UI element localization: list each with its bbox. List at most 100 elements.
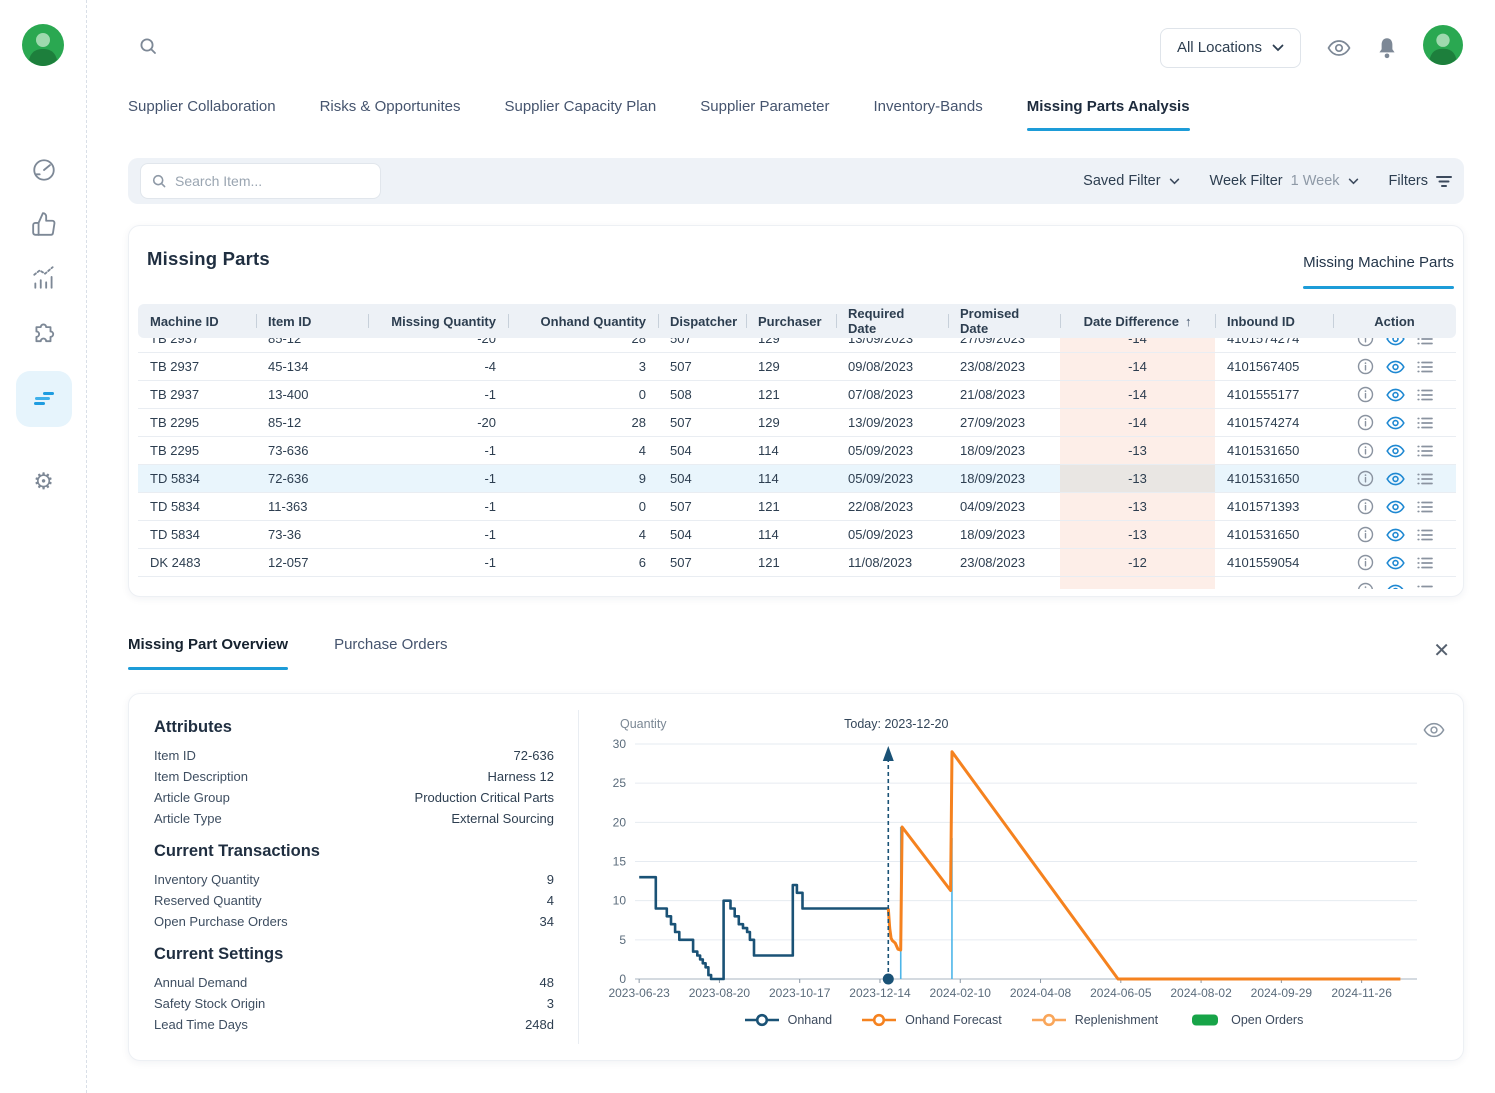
info-icon[interactable] (1357, 386, 1374, 403)
info-icon[interactable] (1357, 414, 1374, 431)
eye-icon[interactable] (1386, 500, 1405, 514)
column-header-action[interactable]: Action (1333, 304, 1456, 338)
tab-inventory-bands[interactable]: Inventory-Bands (873, 98, 982, 131)
attribute-label: Item ID (154, 748, 196, 763)
y-tick-label: 0 (619, 972, 626, 986)
info-icon[interactable] (1357, 554, 1374, 571)
tab-supplier-capacity-plan[interactable]: Supplier Capacity Plan (504, 98, 656, 131)
table-row-partial[interactable] (138, 577, 1456, 589)
attribute-value: External Sourcing (451, 811, 554, 826)
user-avatar[interactable] (22, 24, 64, 71)
sort-ascending-icon[interactable]: ↑ (1185, 314, 1192, 329)
list-icon[interactable] (1417, 556, 1433, 570)
table-row[interactable]: DK 248312-057-1650712111/08/202323/08/20… (138, 549, 1456, 577)
column-header-purchaser[interactable]: Purchaser (746, 304, 836, 338)
close-icon[interactable]: ✕ (1433, 638, 1450, 663)
analytics-chart-icon[interactable] (29, 263, 59, 293)
legend-label: Onhand (788, 1013, 832, 1027)
tab-missing-parts-analysis[interactable]: Missing Parts Analysis (1027, 98, 1190, 131)
info-icon[interactable] (1357, 526, 1374, 543)
info-icon[interactable] (1357, 338, 1374, 347)
table-row[interactable]: TB 229585-12-202850712913/09/202327/09/2… (138, 409, 1456, 437)
table-row[interactable]: TD 583473-36-1450411405/09/202318/09/202… (138, 521, 1456, 549)
list-icon[interactable] (1417, 444, 1433, 458)
column-header-promised-date[interactable]: Promised Date (948, 304, 1060, 338)
legend-item-onhand-forecast[interactable]: Onhand Forecast (862, 1012, 1002, 1028)
legend-item-onhand[interactable]: Onhand (745, 1012, 832, 1028)
eye-icon[interactable] (1386, 472, 1405, 486)
column-header-inbound-id[interactable]: Inbound ID (1215, 304, 1333, 338)
column-header-item-id[interactable]: Item ID (256, 304, 368, 338)
table-row[interactable]: TB 293785-12-202850712913/09/202327/09/2… (138, 338, 1456, 353)
legend-item-open-orders[interactable]: Open Orders (1188, 1012, 1303, 1028)
sidebar-item-missing-parts-active[interactable] (16, 371, 72, 427)
cell-required_date: 05/09/2023 (836, 465, 948, 492)
info-icon[interactable] (1357, 358, 1374, 375)
eye-icon[interactable] (1386, 528, 1405, 542)
location-selector[interactable]: All Locations (1160, 28, 1301, 68)
user-avatar-topbar[interactable] (1423, 25, 1463, 70)
tab-missing-part-overview[interactable]: Missing Part Overview (128, 636, 288, 670)
list-icon[interactable] (1417, 360, 1433, 374)
list-icon[interactable] (1417, 528, 1433, 542)
item-search-box[interactable] (140, 163, 381, 199)
column-header-missing-quantity[interactable]: Missing Quantity (368, 304, 508, 338)
column-header-dispatcher[interactable]: Dispatcher (658, 304, 746, 338)
eye-icon[interactable] (1386, 388, 1405, 402)
column-header-required-date[interactable]: Required Date (836, 304, 948, 338)
eye-icon[interactable] (1386, 360, 1405, 374)
eye-icon[interactable] (1386, 584, 1405, 590)
tab-missing-machine-parts[interactable]: Missing Machine Parts (1303, 254, 1454, 289)
cell-promised_date: 23/08/2023 (948, 353, 1060, 380)
thumbs-up-icon[interactable] (29, 209, 59, 239)
list-icon[interactable] (1417, 584, 1433, 590)
table-row[interactable]: TD 583411-363-1050712122/08/202304/09/20… (138, 493, 1456, 521)
cell-promised_date: 23/08/2023 (948, 549, 1060, 576)
table-row[interactable]: TB 293745-134-4350712909/08/202323/08/20… (138, 353, 1456, 381)
week-filter-dropdown[interactable]: Week Filter 1 Week (1210, 173, 1359, 189)
tab-supplier-parameter[interactable]: Supplier Parameter (700, 98, 829, 131)
filters-button[interactable]: Filters (1389, 173, 1452, 189)
cell-missing_qty: -1 (368, 465, 508, 492)
eye-icon[interactable] (1386, 416, 1405, 430)
dashboard-speedometer-icon[interactable] (29, 155, 59, 185)
cell-required_date: 11/08/2023 (836, 549, 948, 576)
attribute-value: Production Critical Parts (415, 790, 554, 805)
eye-icon[interactable] (1386, 338, 1405, 346)
x-tick-label: 2024-02-10 (930, 986, 992, 1000)
visibility-eye-icon[interactable] (1327, 39, 1351, 57)
info-icon[interactable] (1357, 470, 1374, 487)
attribute-row: Safety Stock Origin3 (154, 993, 554, 1014)
tab-supplier-collaboration[interactable]: Supplier Collaboration (128, 98, 276, 131)
table-row[interactable]: TD 583472-636-1950411405/09/202318/09/20… (138, 465, 1456, 493)
list-icon[interactable] (1417, 472, 1433, 486)
tab-risks-opportunites[interactable]: Risks & Opportunites (320, 98, 461, 131)
cell-missing_qty: -1 (368, 493, 508, 520)
table-row[interactable]: TB 293713-400-1050812107/08/202321/08/20… (138, 381, 1456, 409)
table-row[interactable]: TB 229573-636-1450411405/09/202318/09/20… (138, 437, 1456, 465)
tab-purchase-orders[interactable]: Purchase Orders (334, 636, 447, 670)
info-icon[interactable] (1357, 442, 1374, 459)
search-item-input[interactable] (175, 173, 355, 189)
list-icon[interactable] (1417, 500, 1433, 514)
settings-gear-icon[interactable]: ⚙ (0, 468, 87, 495)
column-header-date-difference[interactable]: Date Difference↑ (1060, 304, 1215, 338)
table-body-viewport[interactable]: TB 293785-12-202850712913/09/202327/09/2… (138, 338, 1456, 589)
notifications-bell-icon[interactable] (1377, 37, 1397, 59)
saved-filter-dropdown[interactable]: Saved Filter (1083, 173, 1179, 189)
eye-icon[interactable] (1386, 444, 1405, 458)
list-icon[interactable] (1417, 388, 1433, 402)
list-icon[interactable] (1417, 338, 1433, 346)
info-icon[interactable] (1357, 498, 1374, 515)
eye-icon[interactable] (1386, 556, 1405, 570)
attribute-value: 4 (547, 893, 554, 908)
cell-missing_qty: -1 (368, 437, 508, 464)
legend-item-replenishment[interactable]: Replenishment (1032, 1012, 1158, 1028)
puzzle-icon[interactable] (29, 317, 59, 347)
column-header-machine-id[interactable]: Machine ID (138, 304, 256, 338)
global-search-icon[interactable] (138, 36, 158, 56)
list-icon[interactable] (1417, 416, 1433, 430)
column-header-onhand-quantity[interactable]: Onhand Quantity (508, 304, 658, 338)
info-icon[interactable] (1357, 582, 1374, 589)
chart-visibility-eye-icon[interactable] (1423, 722, 1445, 743)
